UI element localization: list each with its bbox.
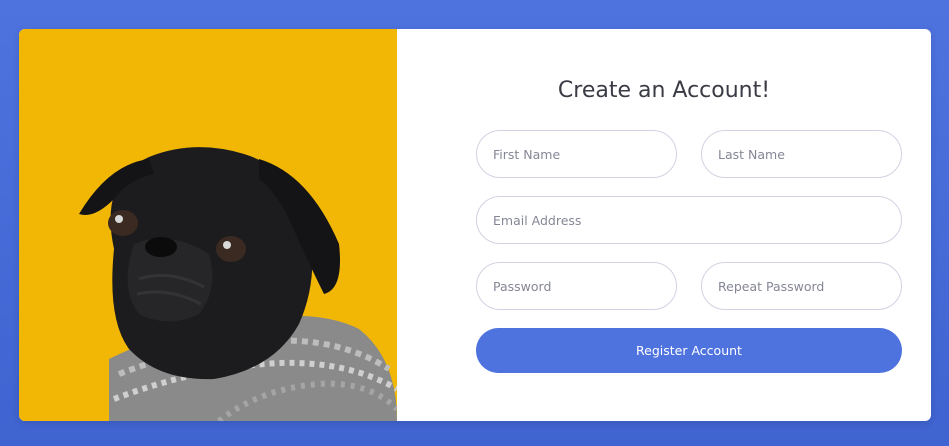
register-form: Create an Account! Register Account xyxy=(397,29,931,421)
right-eye xyxy=(216,236,246,262)
register-account-button[interactable]: Register Account xyxy=(476,328,902,373)
pug-illustration xyxy=(79,147,397,421)
nose xyxy=(145,237,177,257)
last-name-input[interactable] xyxy=(701,130,902,178)
first-name-input[interactable] xyxy=(476,130,677,178)
password-input[interactable] xyxy=(476,262,677,310)
pug-photo xyxy=(19,29,397,421)
left-eye xyxy=(108,210,138,236)
form-title: Create an Account! xyxy=(557,78,771,103)
repeat-password-input[interactable] xyxy=(701,262,902,310)
register-card: Create an Account! Register Account xyxy=(19,29,931,421)
email-input[interactable] xyxy=(476,196,902,244)
